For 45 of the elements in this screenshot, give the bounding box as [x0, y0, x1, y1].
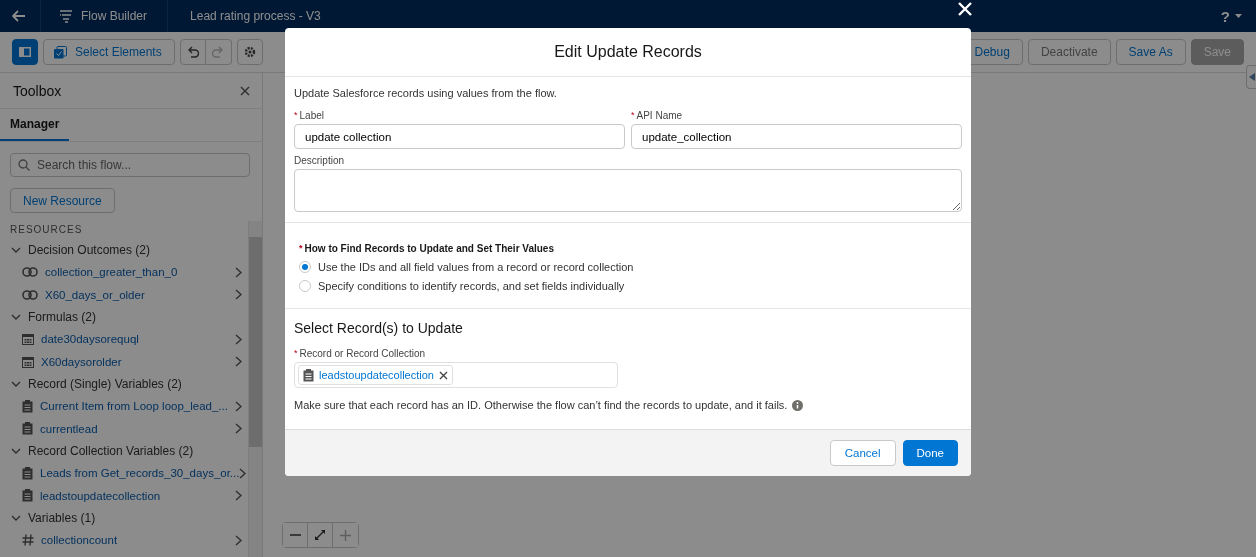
- resource-item[interactable]: X60daysorolder: [41, 355, 235, 368]
- dialog-description: Update Salesforce records using values from the flow.: [294, 87, 558, 99]
- help-text: Make sure that each record has an ID. Otherwise the flow can’t find the records to update, and it fails.: [294, 399, 788, 411]
- resource-item[interactable]: Leads from Get_records_30_days_or...: [40, 467, 240, 480]
- resource-item[interactable]: collectioncount: [41, 534, 235, 547]
- help-button[interactable]: ?: [1220, 7, 1242, 25]
- required-mark: *: [299, 243, 303, 253]
- resource-item[interactable]: leadstoupdatecollection: [40, 489, 235, 502]
- tree-group[interactable]: Variables (1): [0, 507, 248, 529]
- field-label: Record or Record Collection: [299, 348, 426, 359]
- section-heading: RESOURCES: [9, 223, 84, 237]
- field-label: Description: [294, 155, 345, 166]
- resource-item[interactable]: date30daysorequql: [41, 333, 235, 346]
- resource-item[interactable]: collection_greater_than_0: [45, 266, 235, 279]
- section-title: Select Record(s) to Update: [294, 320, 464, 336]
- tree-group[interactable]: Formulas (2): [0, 306, 248, 328]
- field-label: How to Find Records to Update and Set Their Values: [304, 243, 554, 254]
- tree-group[interactable]: Record (Single) Variables (2): [0, 373, 248, 395]
- text-field[interactable]: update collection: [294, 124, 625, 149]
- tree-group[interactable]: Record Collection Variables (2): [0, 440, 248, 462]
- done-button[interactable]: Done: [902, 440, 958, 466]
- resource-item[interactable]: currentlead: [40, 422, 235, 435]
- selected-pill[interactable]: leadstoupdatecollection: [298, 365, 453, 385]
- radio-label[interactable]: Specify conditions to identify records, and set fields individually: [318, 280, 625, 292]
- search-field[interactable]: Search this flow...: [10, 153, 250, 177]
- radio-label[interactable]: Use the IDs and all field values from a record or record collection: [318, 261, 634, 273]
- lookup-field[interactable]: leadstoupdatecollection: [294, 362, 618, 388]
- new-resource-button[interactable]: New Resource: [10, 188, 115, 213]
- app-name: Flow Builder: [81, 9, 148, 23]
- cancel-button[interactable]: Cancel: [829, 440, 896, 466]
- resource-item[interactable]: X60_days_or_older: [45, 288, 235, 301]
- text-field[interactable]: update_collection: [631, 124, 962, 149]
- required-mark: *: [294, 348, 298, 358]
- toolbar-button[interactable]: Save As: [1115, 39, 1186, 65]
- field-label: API Name: [636, 110, 683, 121]
- field-label: Label: [299, 110, 324, 121]
- panel-tab[interactable]: Manager: [0, 109, 70, 141]
- select-elements-button[interactable]: Select Elements: [43, 39, 175, 65]
- required-mark: *: [294, 110, 298, 120]
- panel-title: Toolbox: [13, 82, 62, 99]
- resource-item[interactable]: Current Item from Loop loop_lead_...: [40, 400, 235, 413]
- flow-title: Lead rating process - V3: [190, 9, 321, 23]
- tree-group[interactable]: Decision Outcomes (2): [0, 239, 248, 261]
- required-mark: *: [631, 110, 635, 120]
- dialog-title: Edit Update Records: [554, 43, 702, 61]
